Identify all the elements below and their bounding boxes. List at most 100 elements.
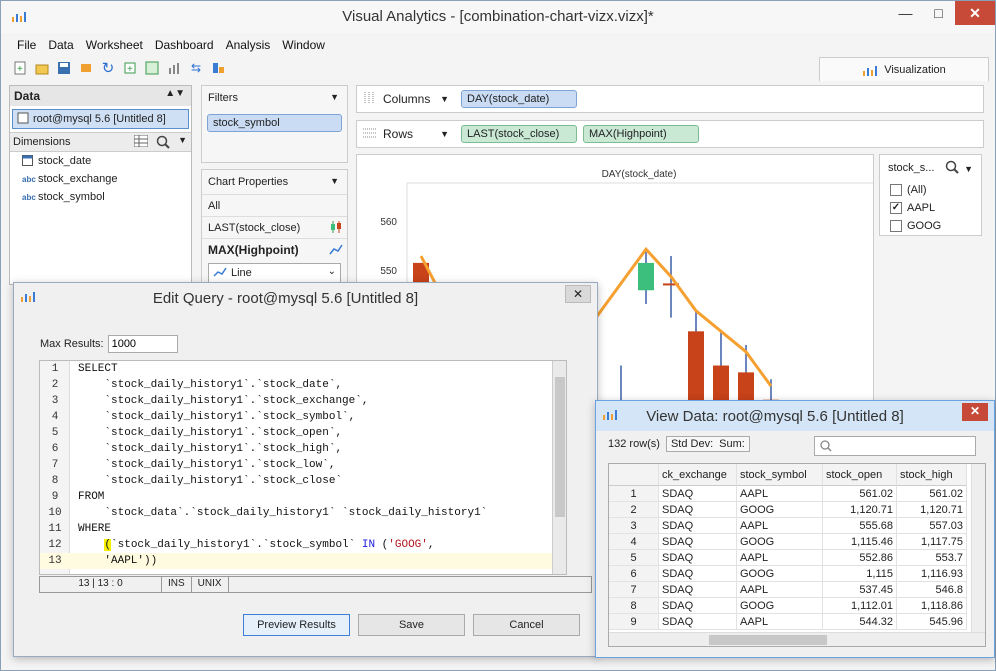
table-cell: 1,115.46 — [823, 534, 897, 550]
close-icon[interactable]: ✕ — [955, 1, 995, 25]
view-data-titlebar: View Data: root@mysql 5.6 [Untitled 8] ✕ — [596, 401, 994, 431]
search-icon[interactable] — [945, 160, 959, 177]
legend-item-all[interactable]: (All) — [880, 181, 981, 199]
maximize-icon[interactable]: □ — [922, 1, 955, 25]
bar-chart-icon[interactable] — [165, 59, 183, 77]
new-file-icon[interactable]: + — [11, 59, 29, 77]
y-tick-label: 550 — [380, 266, 397, 277]
visualization-tab[interactable]: Visualization — [819, 57, 989, 81]
rows-pill-max-highpoint[interactable]: MAX(Highpoint) — [583, 125, 699, 143]
table-view-icon[interactable] — [133, 134, 149, 152]
column-header[interactable]: stock_high — [897, 464, 967, 486]
checkbox-checked[interactable]: ✓ — [890, 202, 902, 214]
sort-icon[interactable] — [209, 59, 227, 77]
refresh-icon[interactable]: ↻ — [99, 59, 117, 77]
save-icon[interactable] — [55, 59, 73, 77]
chart-props-measure-highpoint[interactable]: MAX(Highpoint) — [202, 238, 347, 260]
menu-data[interactable]: Data — [42, 36, 79, 54]
chart-props-all[interactable]: All — [202, 194, 347, 216]
visualization-tab-label: Visualization — [884, 63, 946, 76]
table-row[interactable]: 9 SDAQ AAPL 544.32 545.96 — [609, 614, 967, 630]
insert-mode: INS — [162, 577, 192, 592]
menu-worksheet[interactable]: Worksheet — [80, 36, 149, 54]
chevron-down-icon[interactable]: ▼ — [330, 92, 339, 102]
mark-type-select[interactable]: Line ⌄ — [208, 263, 341, 283]
mark-type-value: Line — [231, 267, 252, 279]
add-sheet-icon[interactable]: + — [121, 59, 139, 77]
column-header[interactable]: stock_symbol — [737, 464, 823, 486]
table-row[interactable]: 5 SDAQ AAPL 552.86 553.7 — [609, 550, 967, 566]
rows-shelf[interactable]: Rows ▼ LAST(stock_close) MAX(Highpoint) — [356, 120, 984, 148]
svg-text:+: + — [127, 64, 133, 75]
highlight-icon[interactable] — [77, 59, 95, 77]
connection-item[interactable]: root@mysql 5.6 [Untitled 8] — [12, 109, 189, 129]
code-line: 5 `stock_daily_history1`.`stock_open`, — [51, 427, 343, 439]
legend-item-aapl[interactable]: ✓ AAPL — [880, 199, 981, 217]
legend-item-goog[interactable]: GOOG — [880, 217, 981, 235]
menu-window[interactable]: Window — [276, 36, 331, 54]
chart-properties-panel: Chart Properties ▼ All LAST(stock_close)… — [201, 169, 348, 289]
code-line: 11 WHERE — [48, 523, 112, 535]
preview-results-button[interactable]: Preview Results — [243, 614, 350, 636]
save-button[interactable]: Save — [358, 614, 465, 636]
grid-header: ck_exchange stock_symbol stock_open stoc… — [609, 464, 967, 486]
menu-dashboard[interactable]: Dashboard — [149, 36, 220, 54]
cancel-button[interactable]: Cancel — [473, 614, 580, 636]
chevron-down-icon[interactable]: ▼ — [330, 176, 339, 186]
dimension-item-stock-date[interactable]: stock_date — [10, 152, 191, 170]
table-row[interactable]: 1 SDAQ AAPL 561.02 561.02 — [609, 486, 967, 502]
editor-scrollbar[interactable] — [552, 361, 566, 574]
table-cell: SDAQ — [659, 598, 737, 614]
columns-pill-day-stock-date[interactable]: DAY(stock_date) — [461, 90, 577, 108]
rows-icon — [363, 127, 377, 142]
columns-shelf[interactable]: Columns ▼ DAY(stock_date) — [356, 85, 984, 113]
code-line: 4 `stock_daily_history1`.`stock_symbol`, — [51, 411, 356, 423]
table-cell: 1,115 — [823, 566, 897, 582]
minimize-icon[interactable]: — — [889, 1, 922, 25]
table-cell: SDAQ — [659, 582, 737, 598]
legend-panel: stock_s... ▼ (All) ✓ AAPL GOOG — [879, 154, 982, 236]
table-row[interactable]: 8 SDAQ GOOG 1,112.01 1,118.86 — [609, 598, 967, 614]
search-icon[interactable] — [156, 135, 170, 152]
chevron-down-icon[interactable]: ▼ — [440, 94, 449, 104]
chart-props-measure-close[interactable]: LAST(stock_close) — [202, 216, 347, 238]
chevron-down-icon[interactable]: ▼ — [178, 135, 187, 152]
column-header[interactable]: ck_exchange — [659, 464, 737, 486]
close-icon[interactable]: ✕ — [962, 403, 988, 421]
candlestick-icon — [329, 220, 343, 237]
column-header[interactable]: stock_open — [823, 464, 897, 486]
table-row[interactable]: 2 SDAQ GOOG 1,120.71 1,120.71 — [609, 502, 967, 518]
table-cell: AAPL — [737, 518, 823, 534]
sort-updown-icon[interactable]: ▲▼ — [165, 88, 185, 99]
checkbox[interactable] — [890, 220, 902, 232]
checkbox[interactable] — [890, 184, 902, 196]
std-dev-label: Std Dev: — [670, 438, 714, 450]
swap-axes-icon[interactable]: ⇆ — [187, 59, 205, 77]
table-row[interactable]: 4 SDAQ GOOG 1,115.46 1,117.75 — [609, 534, 967, 550]
close-icon[interactable]: ✕ — [565, 285, 591, 303]
chevron-down-icon[interactable]: ▼ — [964, 164, 973, 174]
grid-horizontal-scrollbar[interactable] — [609, 632, 985, 646]
menu-file[interactable]: File — [11, 36, 42, 54]
table-row[interactable]: 3 SDAQ AAPL 555.68 557.03 — [609, 518, 967, 534]
sql-editor[interactable]: 1 SELECT 2 `stock_daily_history1`.`stock_… — [39, 360, 567, 575]
table-cell: 1,116.93 — [897, 566, 967, 582]
filter-pill-stock-symbol[interactable]: stock_symbol — [207, 114, 342, 132]
add-grid-icon[interactable] — [143, 59, 161, 77]
menu-analysis[interactable]: Analysis — [220, 36, 277, 54]
chevron-down-icon: ⌄ — [327, 266, 336, 277]
chevron-down-icon[interactable]: ▼ — [440, 129, 449, 139]
open-folder-icon[interactable] — [33, 59, 51, 77]
candle-body[interactable] — [638, 262, 654, 291]
table-row[interactable]: 7 SDAQ AAPL 537.45 546.8 — [609, 582, 967, 598]
grid-vertical-scrollbar[interactable] — [971, 464, 985, 632]
data-search-input[interactable] — [814, 436, 976, 456]
row-number: 4 — [609, 534, 659, 550]
max-results-input[interactable] — [107, 335, 178, 353]
dimension-item-stock-exchange[interactable]: abc stock_exchange — [10, 170, 191, 188]
table-cell: SDAQ — [659, 518, 737, 534]
table-row[interactable]: 6 SDAQ GOOG 1,115 1,116.93 — [609, 566, 967, 582]
table-cell: 1,120.71 — [823, 502, 897, 518]
rows-pill-last-stock-close[interactable]: LAST(stock_close) — [461, 125, 577, 143]
dimension-item-stock-symbol[interactable]: abc stock_symbol — [10, 188, 191, 206]
